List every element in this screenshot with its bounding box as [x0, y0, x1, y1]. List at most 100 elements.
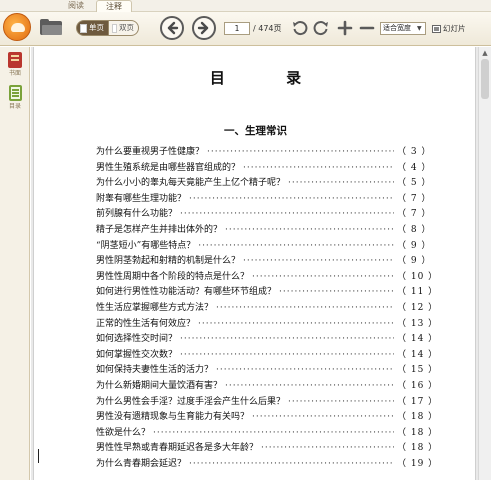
toc-leader-dots	[180, 334, 394, 344]
toc-entry-page: （ 17 ）	[397, 396, 439, 407]
toc-entry[interactable]: 男性生殖系统是由哪些器官组成的？ （ 4 ）	[96, 160, 431, 176]
toc-icon	[8, 85, 22, 101]
toc-entry-title: 如何选择性交时间？	[96, 334, 178, 345]
previous-page-button[interactable]	[160, 16, 184, 40]
toc-entry[interactable]: 男性没有遗精现象与生育能力有关吗？ （ 18 ）	[96, 409, 439, 425]
toc-entry[interactable]: 如何选择性交时间？ （ 14 ）	[96, 331, 439, 347]
toc-entry[interactable]: 为什么新婚期间大量饮酒有害？ （ 16 ）	[96, 378, 439, 394]
toc-entry-page: （ 3 ）	[397, 147, 432, 157]
zoom-in-button[interactable]	[336, 19, 354, 37]
toc-entry-page: （ 18 ）	[397, 412, 439, 423]
tab-annotate[interactable]: 注释	[96, 0, 132, 12]
toc-entry-page: （ 9 ）	[397, 256, 432, 267]
toc-entry-title: 为什么要重视男子性健康？	[96, 147, 205, 157]
toc-entry-page: （ 7 ）	[397, 193, 432, 204]
toc-entry-page: （ 9 ）	[397, 240, 432, 251]
double-page-button[interactable]: 双页	[109, 20, 139, 36]
arrow-right-icon	[197, 21, 209, 35]
slideshow-icon	[432, 24, 441, 33]
toc-leader-dots	[261, 443, 394, 453]
sidebar-item-label: 目录	[8, 103, 21, 110]
slideshow-label: 幻灯片	[443, 24, 466, 33]
document-page: 目 录 一、生理常识 为什么要重视男子性健康？ （ 3 ） 男性生殖系统是由哪些器官…	[33, 47, 476, 480]
toc-entry[interactable]: 为什么男性会手淫？过度手淫会产生什么后果？ （ 17 ）	[96, 394, 439, 410]
toc-leader-dots	[288, 397, 394, 407]
single-page-label: 单页	[89, 23, 104, 32]
toc-entry[interactable]: 如何保持夫妻性生活的活力？ （ 15 ）	[96, 362, 439, 378]
toc-entry-page: （ 12 ）	[397, 302, 439, 313]
toc-entry-page: （ 16 ）	[397, 380, 439, 391]
book-icon	[8, 52, 22, 68]
toc-entry-title: 如何保持夫妻性生活的活力？	[96, 365, 214, 376]
toc-entry[interactable]: 性欲是什么？ （ 18 ）	[96, 425, 439, 441]
toc-leader-dots	[198, 241, 394, 251]
toc-leader-dots	[189, 459, 394, 469]
folder-icon[interactable]	[40, 19, 62, 35]
toc-entry[interactable]: 正常的性生活有何效应？ （ 13 ）	[96, 316, 439, 332]
sidebar: 书面 目录	[0, 47, 30, 480]
toc-entry-title: “阴茎短小”有哪些特点？	[96, 240, 196, 251]
slideshow-button[interactable]: 幻灯片	[432, 22, 466, 35]
toc-entry-title: 为什么新婚期间大量饮酒有害？	[96, 380, 223, 391]
document-viewport[interactable]: 目 录 一、生理常识 为什么要重视男子性健康？ （ 3 ） 男性生殖系统是由哪些器官…	[31, 47, 478, 480]
toc-entry-page: （ 18 ）	[397, 427, 439, 438]
toc-leader-dots	[243, 256, 394, 266]
rotate-left-button[interactable]	[291, 19, 309, 37]
toc-entry-page: （ 15 ）	[397, 365, 439, 376]
toc-entry[interactable]: 如何掌握性交次数？ （ 14 ）	[96, 347, 439, 363]
toc-leader-dots	[180, 350, 394, 360]
toc-entry-title: 男性生殖系统是由哪些器官组成的？	[96, 162, 241, 173]
single-page-button[interactable]: 单页	[76, 20, 109, 36]
toc-leader-dots	[216, 303, 394, 313]
margin-mark	[38, 449, 39, 463]
vertical-scrollbar[interactable]: ▲	[478, 47, 491, 480]
double-page-icon	[112, 23, 117, 33]
toc-entry-page: （ 19 ）	[397, 458, 439, 469]
toc-entry-page: （ 10 ）	[397, 271, 439, 282]
toc-entry-title: 为什么小小的睾丸每天竟能产生上亿个精子呢？	[96, 178, 286, 189]
fit-mode-select[interactable]: 适合宽度 ▼	[380, 22, 426, 35]
toc-leader-dots	[243, 163, 394, 173]
toc-entry[interactable]: 附睾有哪些生理功能？ （ 7 ）	[96, 191, 431, 207]
toc-entry-title: 前列腺有什么功能？	[96, 209, 178, 220]
reader-logo-icon[interactable]	[3, 13, 31, 41]
scroll-up-icon[interactable]: ▲	[480, 48, 490, 58]
rotate-right-button[interactable]	[312, 19, 330, 37]
tab-read[interactable]: 阅读	[58, 0, 94, 12]
toc-entry-title: 为什么男性会手淫？过度手淫会产生什么后果？	[96, 396, 286, 407]
toc-entry-title: 为什么青春期会延迟？	[96, 458, 187, 469]
toc-entry[interactable]: 为什么青春期会延迟？ （ 19 ）	[96, 456, 439, 472]
toc-leader-dots	[207, 147, 394, 157]
toc-entry-page: （ 14 ）	[397, 349, 439, 360]
toc-entry[interactable]: 男性阴茎勃起和射精的机制是什么？ （ 9 ）	[96, 253, 431, 269]
zoom-out-button[interactable]	[358, 19, 376, 37]
toc-entry-page: （ 4 ）	[397, 162, 432, 173]
toc-entry[interactable]: 前列腺有什么功能？ （ 7 ）	[96, 206, 431, 222]
scroll-thumb[interactable]	[481, 59, 489, 99]
toc-entry[interactable]: 男性性早熟或青春期延迟各是多大年龄？ （ 18 ）	[96, 440, 437, 456]
next-page-button[interactable]	[192, 16, 216, 40]
toc-entry[interactable]: 精子是怎样产生并排出体外的？ （ 8 ）	[96, 222, 431, 238]
sidebar-item-cover[interactable]: 书面	[2, 52, 28, 77]
view-mode-toggle: 单页 双页	[76, 20, 139, 36]
toc-entry-page: （ 13 ）	[397, 318, 439, 329]
toc-entry-title: 附睾有哪些生理功能？	[96, 193, 187, 204]
minus-icon	[359, 26, 375, 30]
toc-entry[interactable]: 如何进行男性性功能活动？有哪些环节组成？ （ 11 ）	[96, 284, 437, 300]
toc-entry-page: （ 14 ）	[397, 334, 439, 345]
sidebar-item-label: 书面	[8, 70, 21, 77]
sidebar-item-toc[interactable]: 目录	[2, 85, 28, 110]
toc-entry[interactable]: 男性性周期中各个阶段的特点是什么？ （ 10 ）	[96, 269, 439, 285]
toc-entry[interactable]: “阴茎短小”有哪些特点？ （ 9 ）	[96, 238, 431, 254]
toolbar: 单页 双页 / 474页	[0, 12, 491, 46]
toc-leader-dots	[153, 428, 394, 438]
toc-entry[interactable]: 为什么小小的睾丸每天竟能产生上亿个精子呢？ （ 5 ）	[96, 175, 431, 191]
toc-entry-title: 男性没有遗精现象与生育能力有关吗？	[96, 412, 250, 423]
toc-entry[interactable]: 为什么要重视男子性健康？ （ 3 ）	[96, 144, 431, 160]
toc-entry-title: 男性性周期中各个阶段的特点是什么？	[96, 271, 250, 282]
toc-entry[interactable]: 性生活应掌握哪些方式方法？ （ 12 ）	[96, 300, 439, 316]
page-number-input[interactable]	[224, 22, 250, 35]
toc-leader-dots	[189, 194, 394, 204]
toc-leader-dots	[252, 272, 394, 282]
single-page-icon	[80, 23, 87, 33]
